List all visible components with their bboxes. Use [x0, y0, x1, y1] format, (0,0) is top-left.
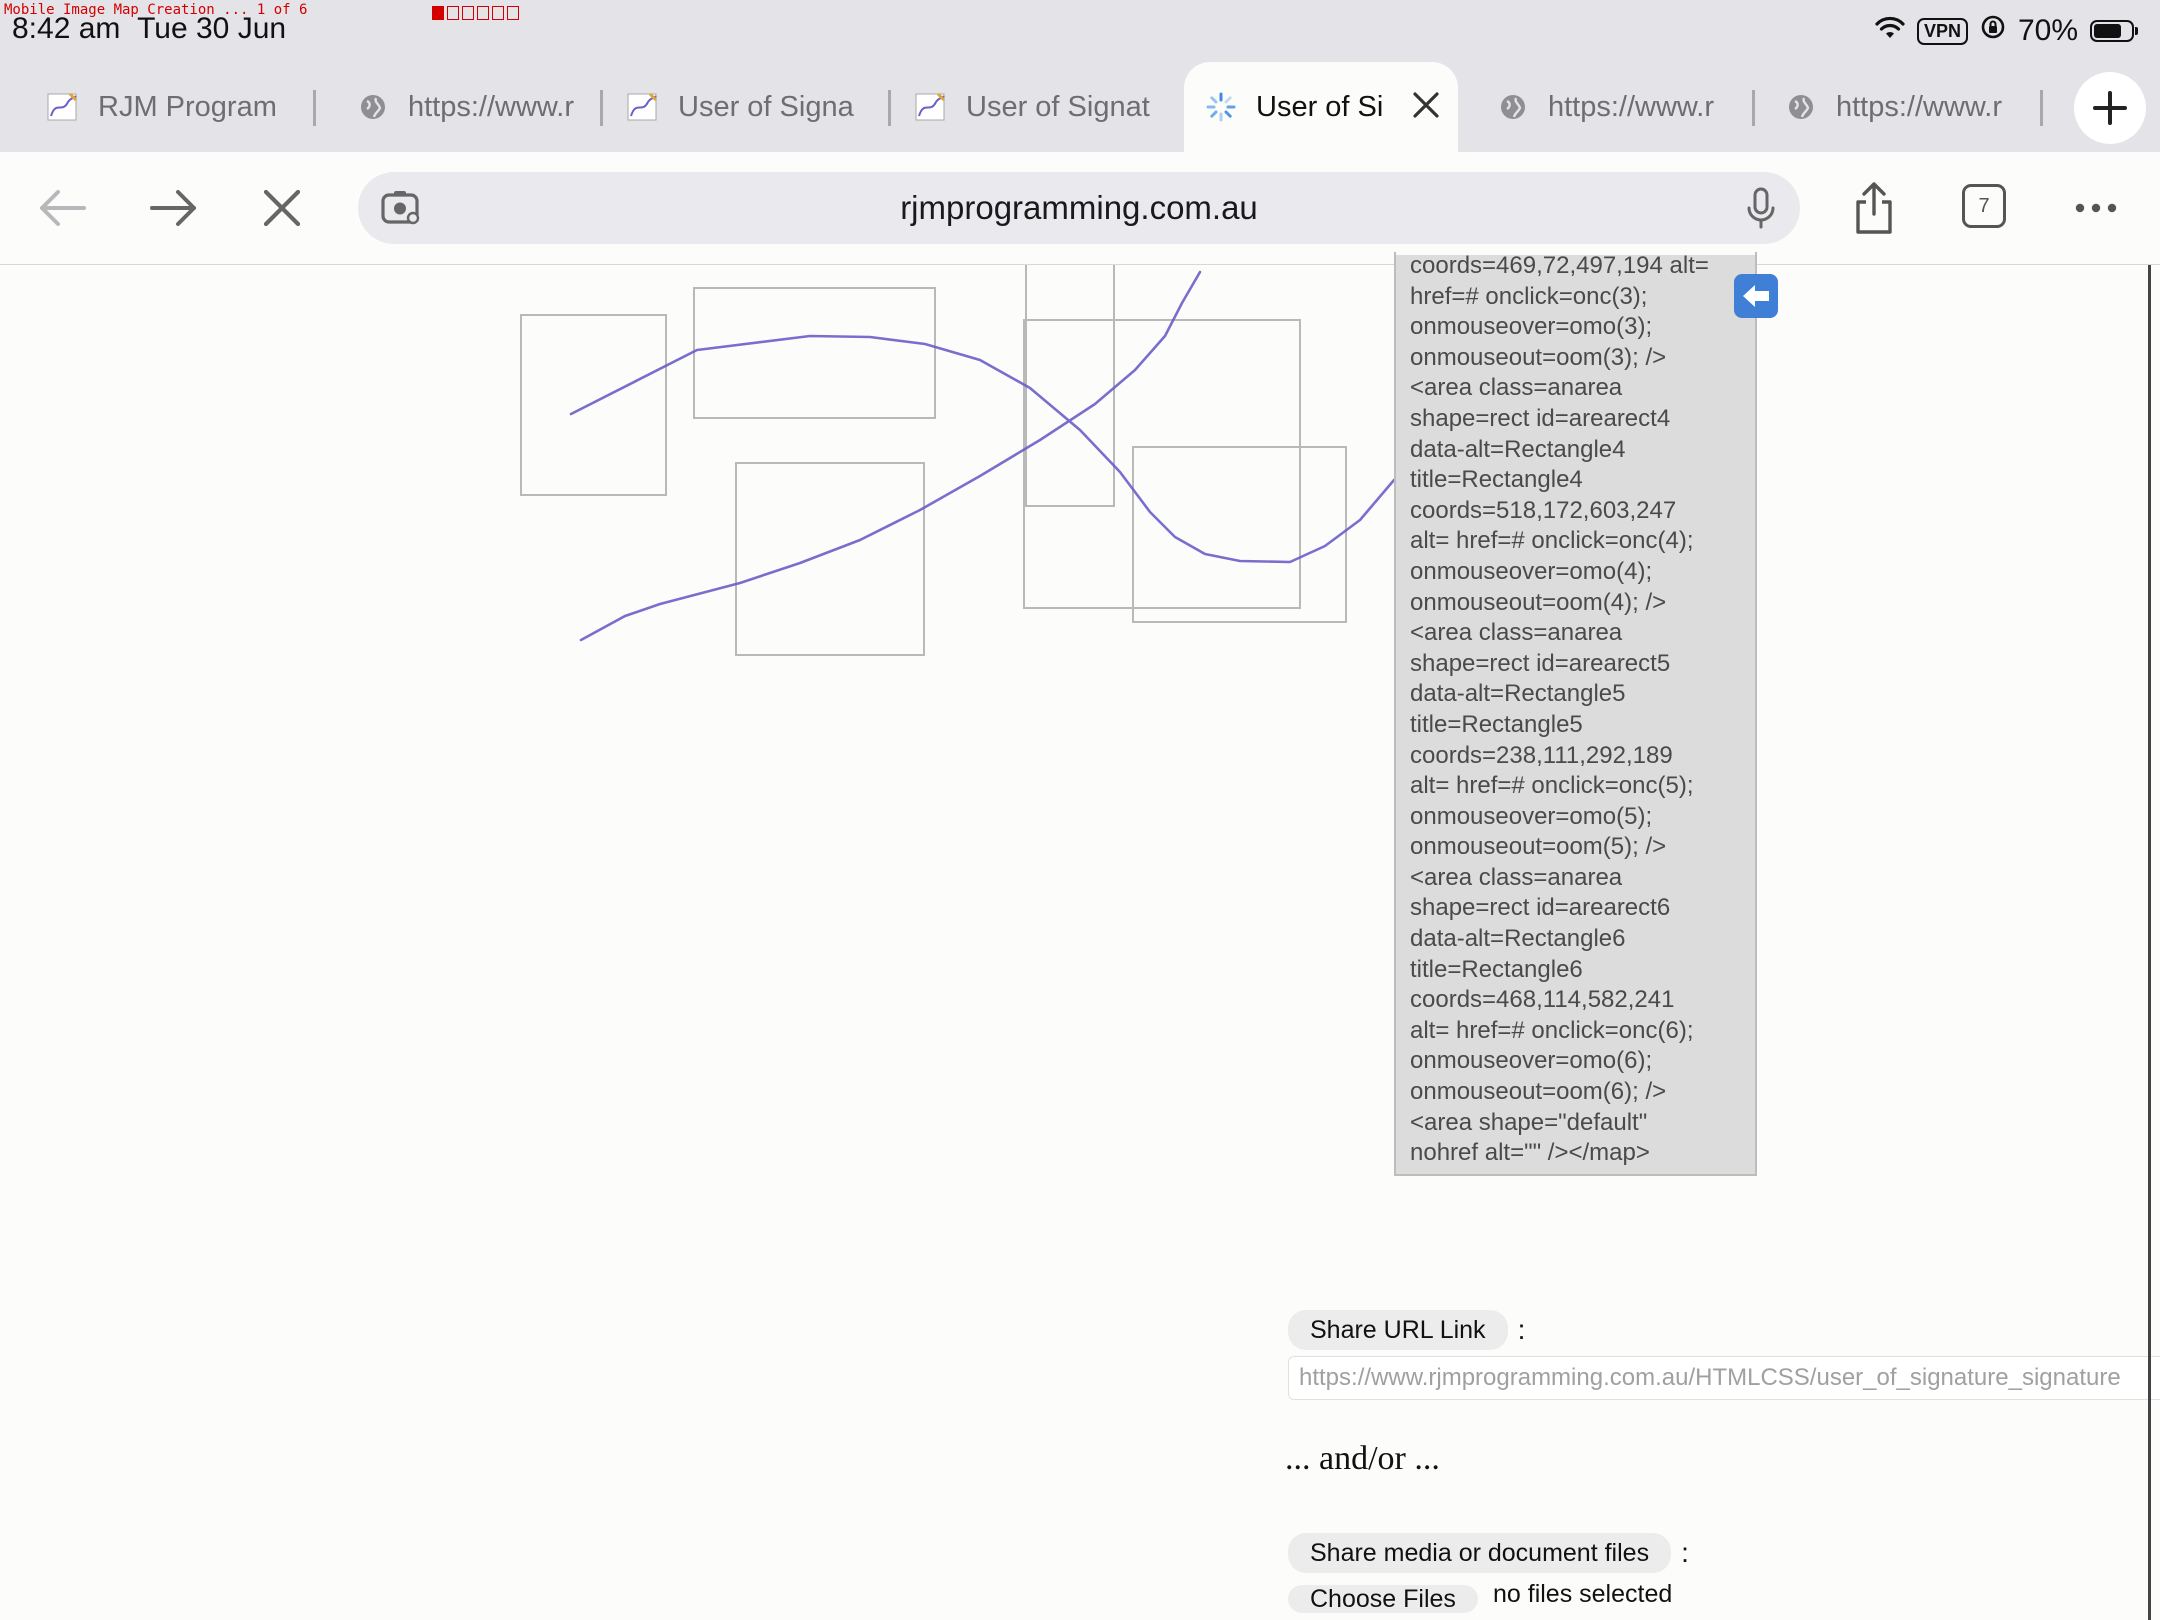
wifi-icon [1875, 14, 1905, 48]
clock: 8:42 am Tue 30 Jun [12, 12, 286, 46]
signature-icon [46, 90, 80, 124]
orientation-lock-icon [1980, 14, 2006, 48]
share-url-input[interactable]: https://www.rjmprogramming.com.au/HTMLCS… [1288, 1356, 2160, 1400]
image-map-rectangle [1023, 319, 1301, 609]
tab-user-of-signature-active[interactable]: User of Si [1184, 62, 1458, 152]
tab-count-button[interactable]: 7 [1962, 184, 2006, 228]
signature-icon [626, 90, 660, 124]
stop-loading-button[interactable] [250, 180, 314, 236]
share-url-link-button[interactable]: Share URL Link [1288, 1310, 1508, 1350]
url-text: rjmprogramming.com.au [900, 189, 1258, 226]
image-map-rectangle [520, 314, 667, 496]
tab-bar: RJM Program https://www.r User of Signa … [0, 62, 2160, 152]
forward-arrow-icon [150, 190, 196, 226]
recording-progress [432, 6, 519, 22]
image-map-rectangle [693, 287, 936, 419]
tab-label: RJM Program [98, 90, 277, 123]
new-tab-button[interactable] [2074, 72, 2146, 144]
tab-user-of-signature-2[interactable]: User of Signat [868, 62, 1170, 152]
date: Tue 30 Jun [137, 12, 287, 45]
scrollbar[interactable] [2148, 265, 2151, 1620]
signature-icon [914, 90, 948, 124]
file-status-text: no files selected [1493, 1580, 1673, 1608]
status-icons: VPN 70% [1875, 14, 2138, 48]
tab-label: User of Si [1256, 90, 1384, 123]
and-or-text: ... and/or ... [1285, 1440, 1440, 1477]
time: 8:42 am [12, 12, 121, 45]
microphone-icon[interactable] [1744, 186, 1778, 235]
globe-icon [1496, 90, 1530, 124]
vpn-badge: VPN [1916, 17, 1968, 45]
image-map-rectangle [1132, 446, 1347, 623]
tab-label: https://www.r [1548, 90, 1714, 123]
globe-icon [1784, 90, 1818, 124]
tab-url-1[interactable]: https://www.r [310, 62, 600, 152]
loading-spinner-icon [1204, 90, 1238, 124]
file-chooser: Choose Files [1288, 1579, 1478, 1619]
tab-url-2[interactable]: https://www.r [1450, 62, 1750, 152]
share-icon [1856, 182, 1892, 234]
battery-icon [2090, 20, 2138, 42]
tab-user-of-signature-1[interactable]: User of Signa [580, 62, 880, 152]
back-arrow-button[interactable] [1734, 274, 1778, 318]
tab-label: https://www.r [1836, 90, 2002, 123]
left-arrow-icon [1743, 285, 1769, 307]
share-url-row: Share URL Link : [1288, 1310, 1525, 1350]
colon: : [1681, 1537, 1689, 1568]
signature-canvas[interactable] [0, 265, 1400, 685]
share-files-row: Share media or document files : [1288, 1533, 1689, 1573]
tab-separator [2040, 90, 2043, 126]
tab-label: https://www.r [408, 90, 574, 123]
forward-button[interactable] [142, 180, 206, 236]
status-bar [0, 0, 2160, 62]
code-panel-border [1394, 252, 1757, 1176]
more-options-icon[interactable] [2072, 196, 2120, 225]
plus-icon [2093, 91, 2127, 125]
image-map-rectangle [1025, 265, 1115, 507]
share-url-value: https://www.rjmprogramming.com.au/HTMLCS… [1299, 1364, 2121, 1391]
back-button[interactable] [30, 180, 94, 236]
signature-stroke [579, 270, 1202, 642]
back-arrow-icon [40, 190, 86, 226]
image-map-rectangle [735, 462, 925, 656]
close-tab-icon[interactable] [1411, 87, 1441, 127]
tab-label: User of Signa [678, 90, 854, 123]
share-media-files-button[interactable]: Share media or document files [1288, 1533, 1672, 1573]
globe-icon [356, 90, 390, 124]
share-button[interactable] [1850, 180, 1898, 241]
tab-label: User of Signat [966, 90, 1150, 123]
tab-url-3[interactable]: https://www.r [1738, 62, 2028, 152]
choose-files-button[interactable]: Choose Files [1288, 1585, 1478, 1613]
battery-percent: 70% [2017, 14, 2078, 47]
close-icon [263, 189, 301, 227]
colon: : [1517, 1314, 1526, 1345]
tab-rjm-programming[interactable]: RJM Program [0, 62, 300, 152]
